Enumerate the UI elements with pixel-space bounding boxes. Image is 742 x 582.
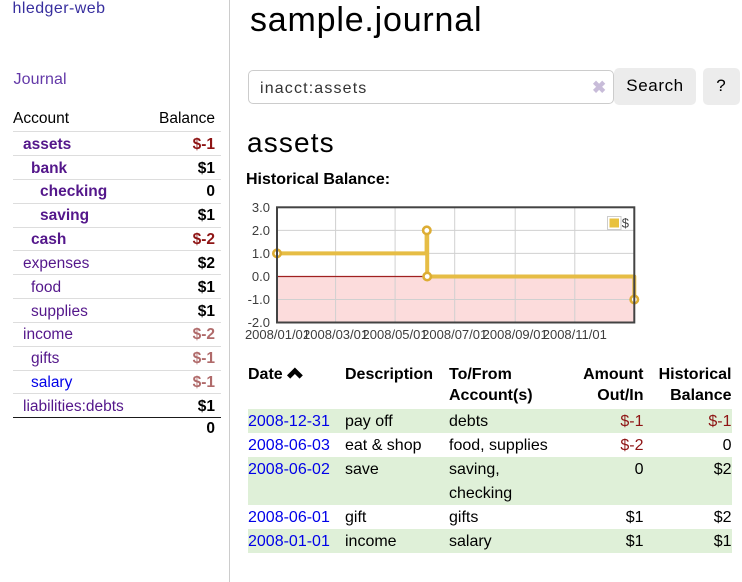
svg-text:2008/01/01: 2008/01/01 [245, 327, 310, 342]
svg-text:2008/03/01: 2008/03/01 [303, 327, 368, 342]
svg-text:2008/05/01: 2008/05/01 [363, 327, 428, 342]
svg-text:0.0: 0.0 [252, 269, 270, 284]
svg-text:$: $ [622, 215, 630, 230]
svg-text:2008/07/01: 2008/07/01 [422, 327, 487, 342]
svg-text:2008/09/01: 2008/09/01 [483, 327, 548, 342]
svg-text:1.0: 1.0 [252, 246, 270, 261]
svg-text:2.0: 2.0 [252, 223, 270, 238]
svg-text:-1.0: -1.0 [248, 292, 270, 307]
svg-text:3.0: 3.0 [252, 200, 270, 215]
svg-text:2008/11/01: 2008/11/01 [543, 327, 607, 342]
